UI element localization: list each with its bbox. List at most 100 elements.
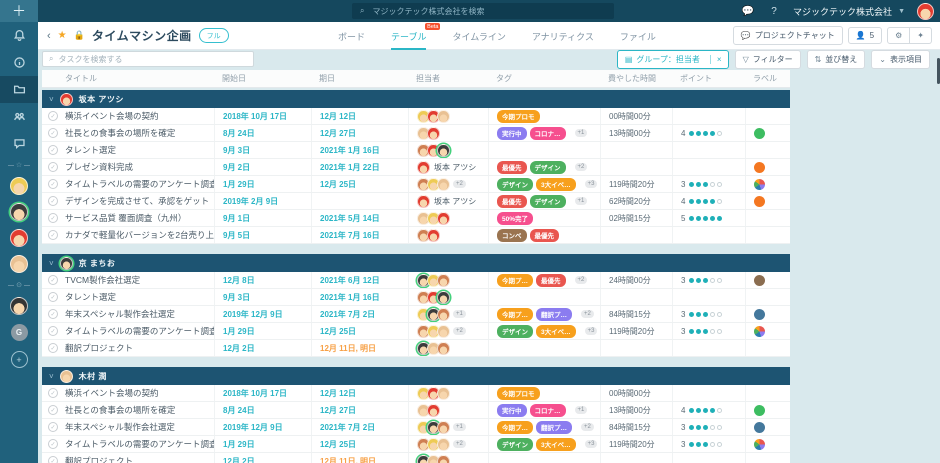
assignee-avatar — [437, 438, 450, 451]
tags-cell: デザイン3大イベ…+3 — [488, 176, 600, 192]
table-row[interactable]: ✓プレゼン資料完成9月 2日2021年 1月 22日坂本 アツシ最優先デザイン+… — [42, 159, 790, 176]
topbar-chat-icon[interactable]: 💬 — [741, 6, 755, 17]
back-button[interactable]: ‹ — [47, 30, 51, 42]
task-checkbox[interactable]: ✓ — [48, 456, 58, 463]
table-row[interactable]: ✓年末スペシャル製作会社選定2019年 12月 9日2021年 7月 2日+1今… — [42, 306, 790, 323]
project-chat-button[interactable]: 💬 プロジェクトチャット — [733, 26, 843, 45]
task-title: タイムトラベルの需要のアンケート調査 — [65, 438, 214, 450]
table-row[interactable]: ✓社長との食事会の場所を確定8月 24日12月 27日実行中コロナ…+113時間… — [42, 402, 790, 419]
table-row[interactable]: ✓タレント選定9月 3日2021年 1月 16日 — [42, 289, 790, 306]
table-row[interactable]: ✓タレント選定9月 3日2021年 1月 16日 — [42, 142, 790, 159]
task-checkbox[interactable]: ✓ — [48, 179, 58, 189]
table-row[interactable]: ✓タイムトラベルの需要のアンケート調査1月 29日12月 25日+2デザイン3大… — [42, 323, 790, 340]
assignee-cell — [408, 385, 488, 401]
user-avatar[interactable] — [917, 3, 934, 20]
tab-ボード[interactable]: ボード — [338, 22, 365, 50]
table-row[interactable]: ✓TVCM製作会社選定12月 8日2021年 6月 12日今期プ…最優先+224… — [42, 272, 790, 289]
task-checkbox[interactable]: ✓ — [48, 213, 58, 223]
group-by-button[interactable]: ▤ グループ：担当者 × — [617, 50, 729, 69]
table-row[interactable]: ✓カナダで軽量化バージョンを2台売り上げる9月 5日2021年 7月 16日コン… — [42, 227, 790, 244]
time-spent: 13時間00分 — [609, 405, 651, 416]
group-header[interactable]: ˅坂本 アツシ — [42, 90, 790, 108]
tag-pill: 最優先 — [497, 195, 527, 208]
column-header-6[interactable]: ポイント — [672, 70, 745, 87]
sidebar-team-button[interactable] — [0, 103, 38, 130]
columns-button[interactable]: ⌄ 表示項目 — [871, 50, 930, 69]
task-checkbox[interactable]: ✓ — [48, 230, 58, 240]
task-checkbox[interactable]: ✓ — [48, 343, 58, 353]
column-header-2[interactable]: 期日 — [311, 70, 408, 87]
tab-ファイル[interactable]: ファイル — [620, 22, 656, 50]
global-add-button[interactable]: ＋ — [0, 0, 38, 22]
tab-アナリティクス[interactable]: アナリティクス — [532, 22, 594, 50]
task-checkbox[interactable]: ✓ — [48, 128, 58, 138]
sidebar-notifications-button[interactable] — [0, 22, 38, 49]
sidebar-activity-button[interactable] — [0, 49, 38, 76]
task-title: カナダで軽量化バージョンを2台売り上げる — [65, 229, 214, 241]
due-date: 2021年 6月 12日 — [320, 275, 380, 286]
column-header-4[interactable]: タグ — [488, 70, 600, 87]
table-row[interactable]: ✓デザインを完成させて、承認をゲット2019年 2月 9日坂本 アツシ最優先デザ… — [42, 193, 790, 210]
sidebar-projects-button[interactable] — [0, 76, 38, 103]
group-avatar — [60, 93, 73, 106]
sidebar-member-avatar[interactable] — [10, 203, 28, 221]
table-row[interactable]: ✓社長との食事会の場所を確定8月 24日12月 27日実行中コロナ…+113時間… — [42, 125, 790, 142]
due-date-cell: 2021年 7月 16日 — [311, 227, 408, 243]
project-shortcuts-button[interactable]: ✦ — [910, 27, 932, 44]
column-header-1[interactable]: 開始日 — [214, 70, 311, 87]
global-search-placeholder: マジックテック株式会社を検索 — [372, 6, 484, 17]
task-checkbox[interactable]: ✓ — [48, 196, 58, 206]
tab-テーブル[interactable]: テーブルBeta — [391, 22, 426, 50]
task-checkbox[interactable]: ✓ — [48, 422, 58, 432]
table-row[interactable]: ✓タイムトラベルの需要のアンケート調査1月 29日12月 25日+2デザイン3大… — [42, 436, 790, 453]
task-checkbox[interactable]: ✓ — [48, 439, 58, 449]
table-row[interactable]: ✓横浜イベント会場の契約2018年 10月 17日12月 12日今期プロモ00時… — [42, 385, 790, 402]
task-checkbox[interactable]: ✓ — [48, 162, 58, 172]
table-row[interactable]: ✓横浜イベント会場の契約2018年 10月 17日12月 12日今期プロモ00時… — [42, 108, 790, 125]
table-row[interactable]: ✓翻訳プロジェクト12月 2日12月 11日, 明日 — [42, 453, 790, 463]
task-checkbox[interactable]: ✓ — [48, 292, 58, 302]
help-icon[interactable]: ? — [767, 6, 781, 17]
task-checkbox[interactable]: ✓ — [48, 326, 58, 336]
group-header[interactable]: ˅木村 潤 — [42, 367, 790, 385]
task-checkbox[interactable]: ✓ — [48, 405, 58, 415]
due-date: 12月 11日, 明日 — [320, 456, 376, 463]
table-row[interactable]: ✓タイムトラベルの需要のアンケート調査1月 29日12月 25日+2デザイン3大… — [42, 176, 790, 193]
filter-button[interactable]: ▽ フィルター — [735, 50, 801, 69]
table-row[interactable]: ✓年末スペシャル製作会社選定2019年 12月 9日2021年 7月 2日+1今… — [42, 419, 790, 436]
invite-member-icon[interactable]: + — [11, 351, 28, 368]
table-row[interactable]: ✓サービス品質 覆面調査（九州）9月 1日2021年 5月 14日50%完了02… — [42, 210, 790, 227]
tags-cell: 今期プロモ — [488, 108, 600, 124]
tab-タイムライン[interactable]: タイムライン — [452, 22, 505, 50]
task-search-input[interactable]: ⌕ タスクを検索する — [42, 51, 254, 67]
sidebar-member-avatar[interactable] — [10, 297, 28, 315]
sidebar-member-avatar[interactable] — [10, 255, 28, 273]
sort-button[interactable]: ⇅ 並び替え — [807, 50, 866, 69]
task-checkbox[interactable]: ✓ — [48, 145, 58, 155]
due-date: 2021年 7月 2日 — [320, 422, 375, 433]
due-date: 12月 25日 — [320, 326, 356, 337]
time-cell: 119時間20分 — [600, 436, 672, 452]
members-count-button[interactable]: 👤 5 — [848, 27, 882, 44]
task-checkbox[interactable]: ✓ — [48, 309, 58, 319]
guest-badge[interactable]: G — [11, 324, 28, 341]
company-menu[interactable]: マジックテック株式会社 ▼ — [793, 5, 905, 18]
task-checkbox[interactable]: ✓ — [48, 275, 58, 285]
start-date: 2018年 10月 17日 — [223, 111, 287, 122]
column-header-7[interactable]: ラベル — [745, 70, 790, 87]
clear-group-icon[interactable]: × — [710, 55, 728, 64]
favorite-star-icon[interactable]: ★ — [58, 30, 67, 41]
column-header-5[interactable]: 費やした時間 — [600, 70, 672, 87]
sidebar-member-avatar[interactable] — [10, 229, 28, 247]
tag-extra-chip: +1 — [575, 129, 588, 137]
project-settings-button[interactable]: ⚙ — [887, 27, 910, 44]
global-search-input[interactable]: ⌕ マジックテック株式会社を検索 — [352, 3, 614, 19]
column-header-0[interactable]: タイトル — [42, 70, 214, 87]
group-header[interactable]: ˅京 まちお — [42, 254, 790, 272]
table-row[interactable]: ✓翻訳プロジェクト12月 2日12月 11日, 明日 — [42, 340, 790, 357]
sidebar-chat-button[interactable] — [0, 130, 38, 157]
task-checkbox[interactable]: ✓ — [48, 388, 58, 398]
task-checkbox[interactable]: ✓ — [48, 111, 58, 121]
column-header-3[interactable]: 担当者 — [408, 70, 488, 87]
sidebar-member-avatar[interactable] — [10, 177, 28, 195]
